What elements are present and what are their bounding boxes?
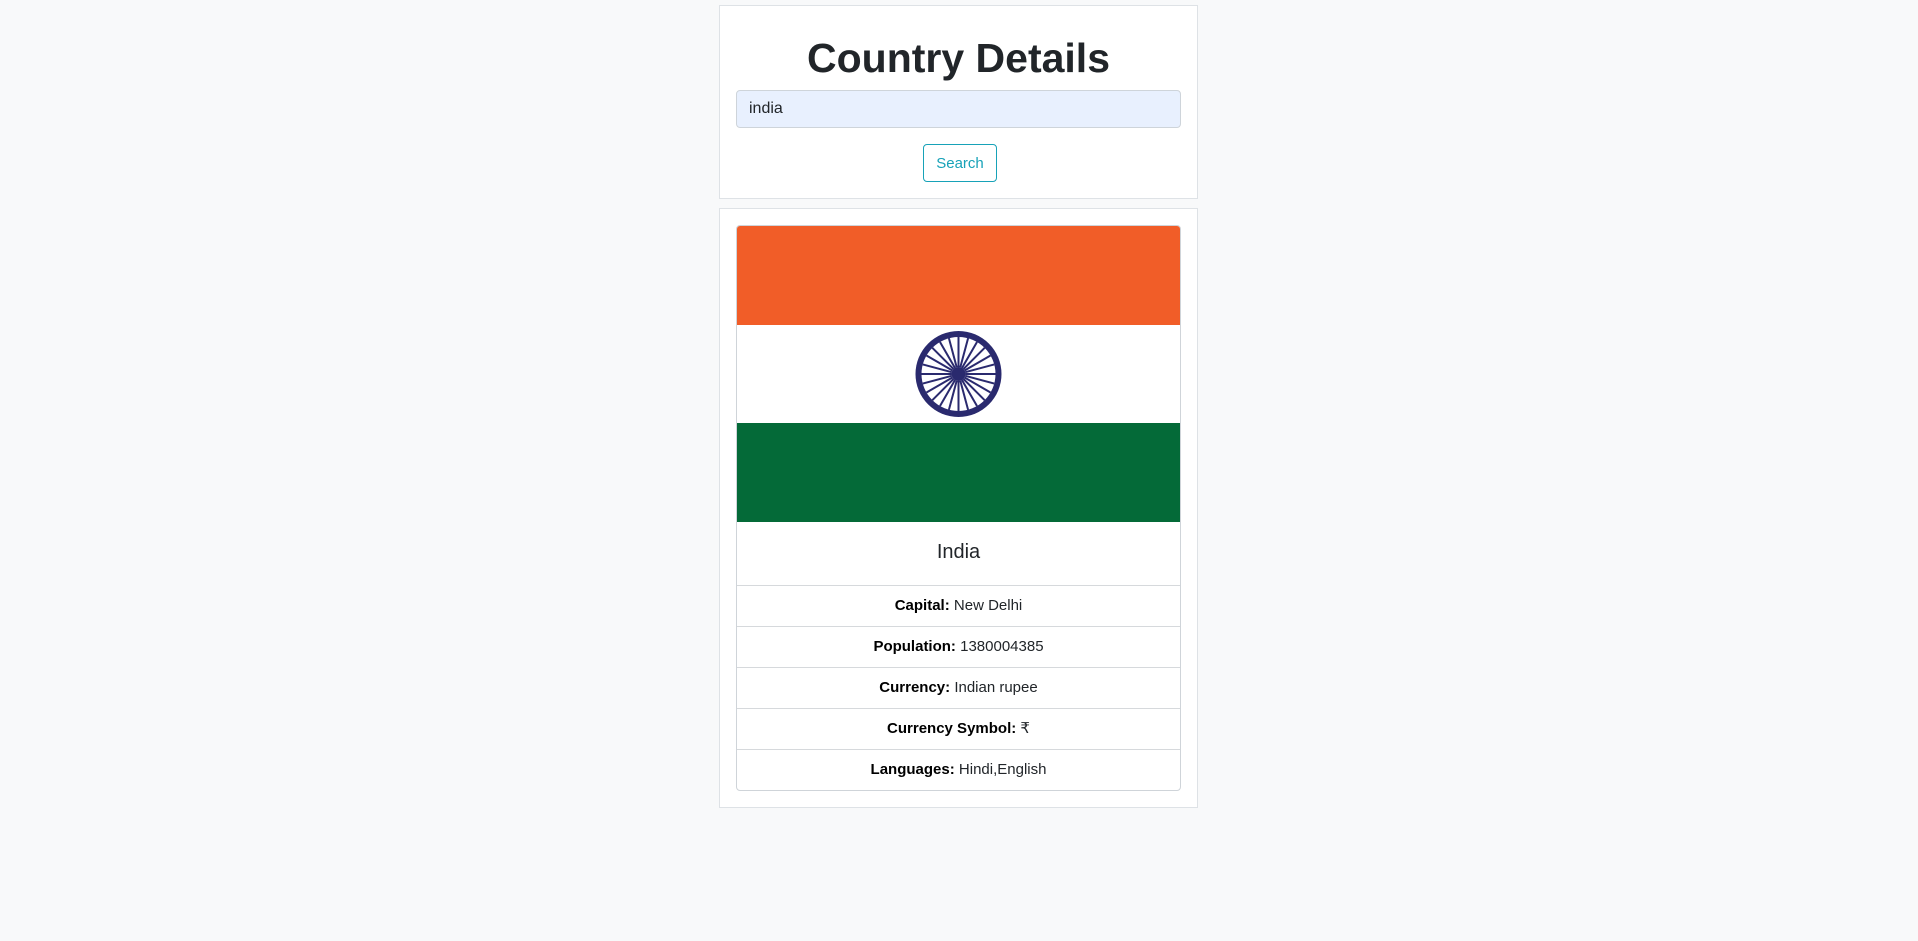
india-flag-icon (737, 226, 1180, 522)
country-details-list: Capital: New Delhi Population: 138000438… (737, 586, 1180, 790)
detail-languages-label: Languages: (870, 761, 955, 778)
ashoka-chakra-icon (915, 331, 1002, 417)
detail-currency-symbol: Currency Symbol: ₹ (737, 709, 1180, 750)
detail-capital-value: New Delhi (953, 597, 1023, 614)
detail-languages: Languages: Hindi,English (737, 750, 1180, 790)
detail-currency-symbol-label: Currency Symbol: (887, 720, 1017, 737)
result-panel: India Capital: New Delhi Population: 138… (719, 208, 1198, 808)
detail-capital-label: Capital: (894, 597, 950, 614)
search-panel: Country Details Search (719, 5, 1198, 199)
country-name: India (737, 522, 1180, 586)
country-search-input[interactable] (736, 90, 1181, 128)
detail-capital: Capital: New Delhi (737, 586, 1180, 627)
detail-languages-value: Hindi,English (958, 761, 1047, 778)
flag-saffron-band (737, 226, 1180, 325)
flag-green-band (737, 423, 1180, 522)
detail-currency-value: Indian rupee (954, 679, 1038, 696)
search-button[interactable]: Search (923, 144, 997, 182)
detail-currency-label: Currency: (879, 679, 951, 696)
country-card: India Capital: New Delhi Population: 138… (736, 225, 1181, 791)
detail-population-label: Population: (873, 638, 956, 655)
detail-currency-symbol-value: ₹ (1020, 720, 1030, 737)
detail-currency: Currency: Indian rupee (737, 668, 1180, 709)
detail-population: Population: 1380004385 (737, 627, 1180, 668)
page-title: Country Details (807, 35, 1110, 81)
detail-population-value: 1380004385 (960, 638, 1044, 655)
